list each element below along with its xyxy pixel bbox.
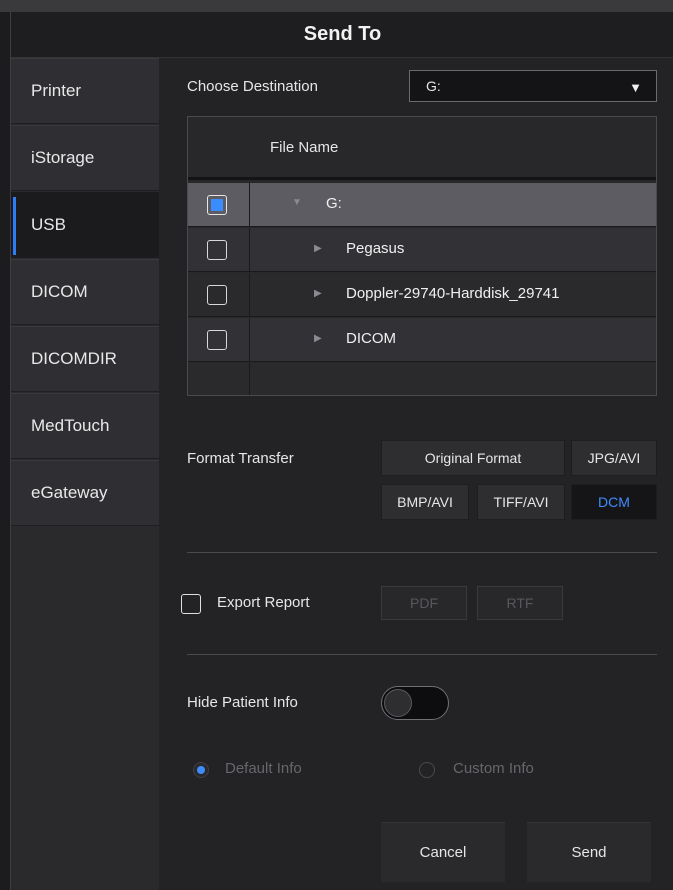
- sidebar-item-egateway[interactable]: eGateway: [11, 460, 159, 526]
- sidebar-item-dicomdir[interactable]: DICOMDIR: [11, 326, 159, 392]
- tree-row-name: Doppler-29740-Harddisk_29741: [346, 285, 560, 302]
- triangle-right-icon[interactable]: ▶: [314, 243, 322, 254]
- format-dcm-button[interactable]: DCM: [571, 484, 657, 520]
- format-transfer-label: Format Transfer: [187, 450, 294, 467]
- format-jpg-avi-button[interactable]: JPG/AVI: [571, 440, 657, 476]
- tree-row[interactable]: ▶ Doppler-29740-Harddisk_29741: [188, 273, 656, 317]
- button-label: DCM: [598, 494, 630, 510]
- sidebar-item-label: iStorage: [31, 148, 95, 167]
- file-name-column-header: File Name: [270, 138, 339, 156]
- format-original-button[interactable]: Original Format: [381, 440, 565, 476]
- section-divider: [187, 654, 657, 655]
- format-tiff-avi-button[interactable]: TIFF/AVI: [477, 484, 565, 520]
- dialog-title-bar: Send To: [11, 12, 673, 58]
- cancel-button[interactable]: Cancel: [381, 822, 505, 882]
- default-info-radio[interactable]: [193, 762, 209, 778]
- sidebar-item-istorage[interactable]: iStorage: [11, 125, 159, 191]
- sidebar-item-label: DICOM: [31, 282, 88, 301]
- format-bmp-avi-button[interactable]: BMP/AVI: [381, 484, 469, 520]
- sidebar-item-printer[interactable]: Printer: [11, 58, 159, 124]
- button-label: RTF: [506, 595, 534, 611]
- button-label: TIFF/AVI: [493, 494, 549, 510]
- sidebar-item-label: MedTouch: [31, 416, 110, 435]
- default-info-label: Default Info: [225, 760, 302, 777]
- button-label: JPG/AVI: [587, 450, 641, 466]
- export-rtf-button[interactable]: RTF: [477, 586, 563, 620]
- sidebar-item-dicom[interactable]: DICOM: [11, 259, 159, 325]
- background-window-strip: [0, 0, 673, 12]
- toggle-knob: [384, 689, 412, 717]
- triangle-right-icon[interactable]: ▶: [314, 288, 322, 299]
- tree-row[interactable]: ▼ G:: [188, 183, 656, 227]
- file-tree: File Name ▼ G: ▶ Pegasus ▶ Doppler-29740…: [187, 116, 657, 396]
- dialog-title: Send To: [303, 23, 382, 45]
- tree-row-empty: [188, 363, 656, 395]
- tree-row-name: Pegasus: [346, 240, 405, 257]
- triangle-down-icon[interactable]: ▼: [292, 197, 302, 208]
- button-label: PDF: [410, 595, 438, 611]
- sidebar-item-label: Printer: [31, 81, 82, 100]
- export-pdf-button[interactable]: PDF: [381, 586, 467, 620]
- row-checkbox[interactable]: [207, 330, 227, 350]
- button-label: BMP/AVI: [397, 494, 453, 510]
- destination-select[interactable]: G: ▼: [409, 70, 657, 102]
- dropdown-arrow-icon: ▼: [629, 80, 642, 95]
- custom-info-radio[interactable]: [419, 762, 435, 778]
- file-tree-header: File Name: [188, 117, 656, 180]
- sidebar-item-usb[interactable]: USB: [11, 192, 159, 258]
- triangle-right-icon[interactable]: ▶: [314, 333, 322, 344]
- row-checkbox[interactable]: [207, 195, 227, 215]
- destination-sidebar: Printer iStorage USB DICOM DICOMDIR MedT…: [11, 58, 159, 890]
- tree-row-name: G:: [326, 195, 342, 212]
- row-checkbox[interactable]: [207, 285, 227, 305]
- sidebar-item-label: DICOMDIR: [31, 349, 117, 368]
- tree-row[interactable]: ▶ Pegasus: [188, 228, 656, 272]
- send-to-dialog: Send To Printer iStorage USB DICOM DICOM…: [10, 12, 673, 890]
- export-report-label: Export Report: [217, 594, 310, 611]
- button-label: Original Format: [424, 450, 522, 466]
- custom-info-label: Custom Info: [453, 760, 534, 777]
- send-to-content: Choose Destination G: ▼ File Name ▼ G: ▶…: [159, 58, 673, 890]
- tree-row-name: DICOM: [346, 330, 396, 347]
- sidebar-item-label: USB: [31, 215, 66, 234]
- hide-patient-info-toggle[interactable]: [381, 686, 449, 720]
- section-divider: [187, 552, 657, 553]
- export-report-checkbox[interactable]: [181, 594, 201, 614]
- hide-patient-info-label: Hide Patient Info: [187, 694, 298, 711]
- send-button[interactable]: Send: [527, 822, 651, 882]
- sidebar-item-medtouch[interactable]: MedTouch: [11, 393, 159, 459]
- button-label: Cancel: [419, 844, 467, 861]
- destination-value: G:: [426, 78, 441, 94]
- sidebar-item-label: eGateway: [31, 483, 108, 502]
- choose-destination-label: Choose Destination: [187, 78, 318, 95]
- tree-row[interactable]: ▶ DICOM: [188, 318, 656, 362]
- row-checkbox[interactable]: [207, 240, 227, 260]
- button-label: Send: [571, 844, 607, 861]
